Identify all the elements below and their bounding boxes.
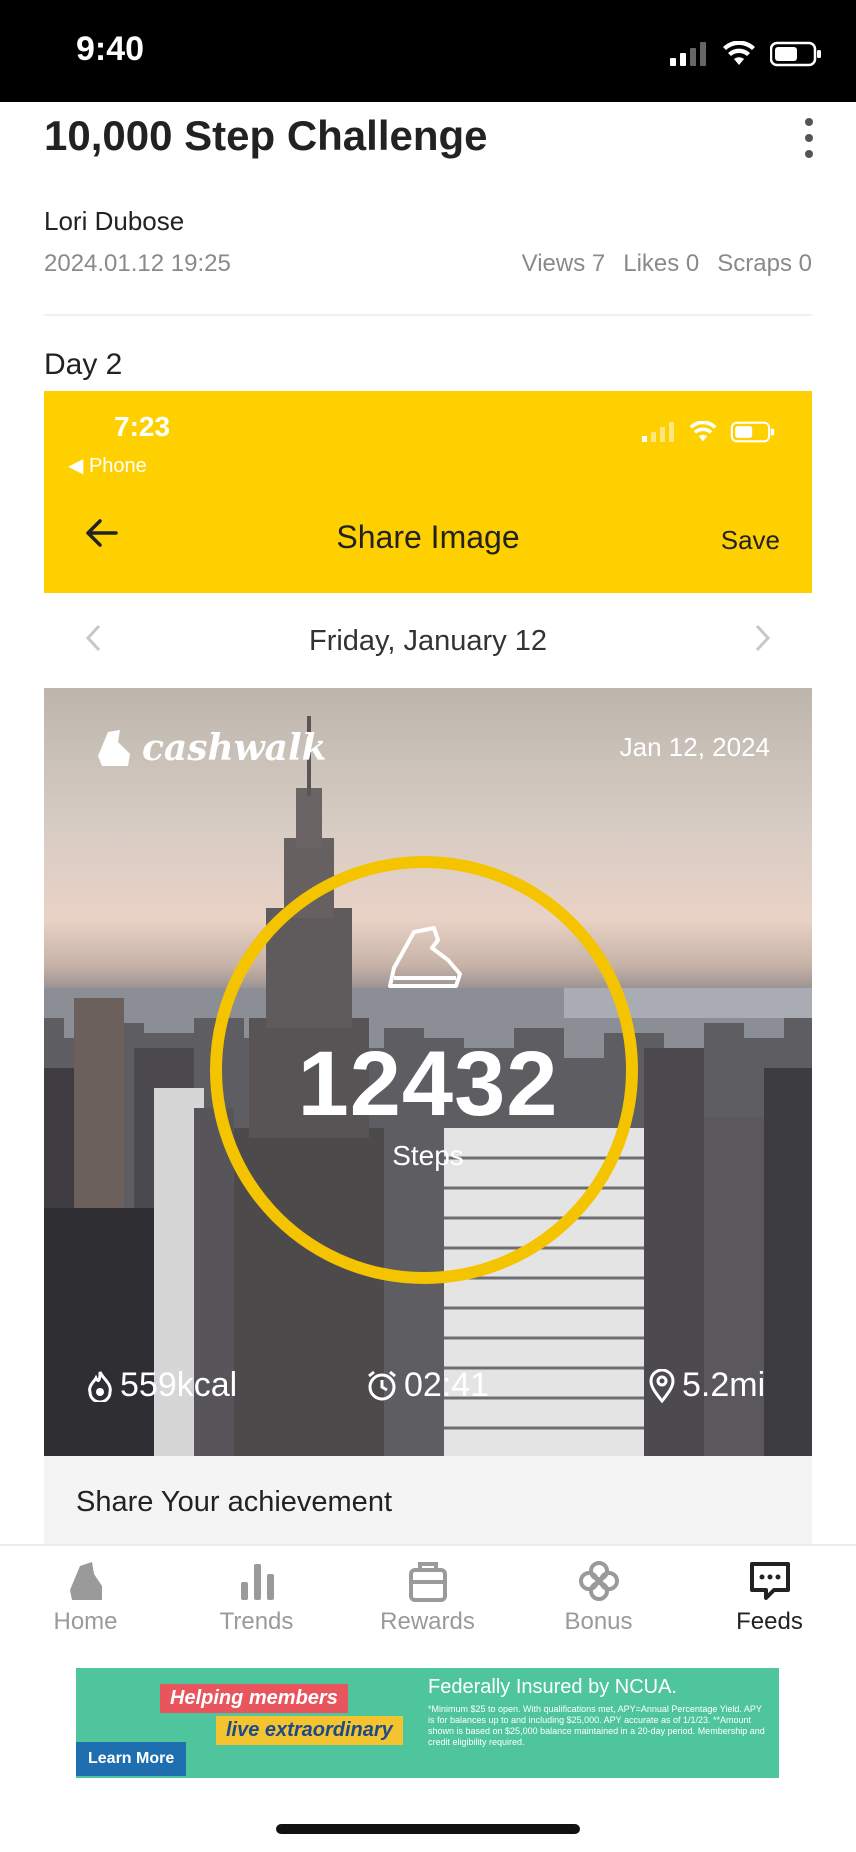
views-count: Views 7 bbox=[521, 250, 606, 277]
card-date: Jan 12, 2024 bbox=[619, 732, 770, 762]
calories-metric: 559kcal bbox=[86, 1366, 237, 1405]
wifi-icon bbox=[723, 41, 755, 65]
likes-count: Likes 0 bbox=[623, 250, 700, 277]
post-title: 10,000 Step Challenge bbox=[44, 112, 488, 159]
clover-icon bbox=[578, 1561, 619, 1601]
status-icons bbox=[670, 38, 822, 70]
post-stats: Views 7 Likes 0 Scraps 0 bbox=[522, 250, 812, 278]
share-image-card: cashwalk Jan 12, 2024 12432 Steps 559kca… bbox=[44, 688, 812, 1456]
chevron-right-icon[interactable] bbox=[754, 623, 772, 653]
cashwalk-logo: cashwalk bbox=[94, 726, 327, 770]
ad-insured-text: Federally Insured by NCUA. bbox=[428, 1676, 677, 1698]
battery-icon bbox=[730, 421, 775, 443]
post-author[interactable]: Lori Dubose bbox=[44, 206, 184, 237]
signal-icon bbox=[670, 42, 706, 66]
ad-headline-1: Helping members bbox=[160, 1684, 348, 1713]
share-achievement-section: Share Your achievement bbox=[44, 1456, 812, 1544]
alarm-clock-icon bbox=[368, 1370, 396, 1400]
date-label: Friday, January 12 bbox=[308, 625, 548, 657]
wifi-icon bbox=[689, 421, 717, 442]
tab-bonus[interactable]: Bonus bbox=[513, 1560, 684, 1636]
embedded-status-icons bbox=[642, 421, 776, 443]
bar-chart-icon bbox=[240, 1564, 274, 1600]
chat-icon bbox=[749, 1562, 790, 1600]
ad-fine-print: *Minimum $25 to open. With qualification… bbox=[428, 1704, 765, 1747]
flame-icon bbox=[88, 1370, 112, 1402]
status-bar: 9:40 bbox=[0, 0, 856, 102]
date-navigator: Friday, January 12 bbox=[44, 593, 812, 688]
signal-icon bbox=[642, 422, 674, 442]
share-image-title: Share Image bbox=[336, 519, 520, 555]
home-indicator[interactable] bbox=[276, 1824, 580, 1834]
tab-label: Feeds bbox=[736, 1608, 803, 1635]
sneaker-icon bbox=[388, 926, 462, 988]
ad-headline-2: live extraordinary bbox=[216, 1716, 403, 1745]
shoe-icon bbox=[98, 730, 130, 766]
brand-name: cashwalk bbox=[142, 727, 327, 769]
tab-rewards[interactable]: Rewards bbox=[342, 1560, 513, 1636]
save-button[interactable]: Save bbox=[721, 525, 780, 556]
share-achievement-title: Share Your achievement bbox=[76, 1486, 392, 1518]
tab-label: Rewards bbox=[380, 1608, 475, 1635]
divider bbox=[44, 314, 812, 316]
status-time: 9:40 bbox=[76, 30, 145, 68]
bag-icon bbox=[408, 1562, 447, 1602]
learn-more-button[interactable]: Learn More bbox=[76, 1742, 187, 1776]
tab-label: Bonus bbox=[564, 1608, 633, 1635]
post-date: 2024.01.12 19:25 bbox=[44, 250, 231, 277]
tab-label: Trends bbox=[219, 1608, 294, 1635]
bottom-nav: Home Trends Rewards Bonus Feeds bbox=[0, 1544, 856, 1660]
more-options-icon[interactable] bbox=[804, 118, 814, 158]
tab-feeds[interactable]: Feeds bbox=[684, 1560, 855, 1636]
calories-value: 559kcal bbox=[120, 1366, 238, 1404]
tab-trends[interactable]: Trends bbox=[171, 1560, 342, 1636]
tab-label: Home bbox=[53, 1608, 118, 1635]
tab-home[interactable]: Home bbox=[0, 1560, 171, 1636]
battery-icon bbox=[770, 41, 821, 67]
ad-banner[interactable]: Helping members live extraordinary Learn… bbox=[76, 1668, 779, 1778]
distance-metric: 5.2mi bbox=[648, 1366, 765, 1405]
steps-label: Steps bbox=[392, 1140, 464, 1171]
embedded-back-app: ◀ Phone bbox=[68, 455, 147, 477]
embedded-share-header: 7:23 ◀ Phone Share Image Save bbox=[44, 391, 812, 593]
location-pin-icon bbox=[649, 1368, 675, 1403]
steps-value: 12432 bbox=[297, 1033, 559, 1135]
day-label: Day 2 bbox=[44, 348, 123, 381]
scraps-count: Scraps 0 bbox=[717, 250, 812, 277]
shoe-icon bbox=[69, 1562, 102, 1600]
distance-value: 5.2mi bbox=[682, 1366, 766, 1404]
duration-metric: 02:41 bbox=[366, 1366, 489, 1405]
duration-value: 02:41 bbox=[404, 1366, 490, 1404]
embedded-status-time: 7:23 bbox=[114, 411, 171, 442]
